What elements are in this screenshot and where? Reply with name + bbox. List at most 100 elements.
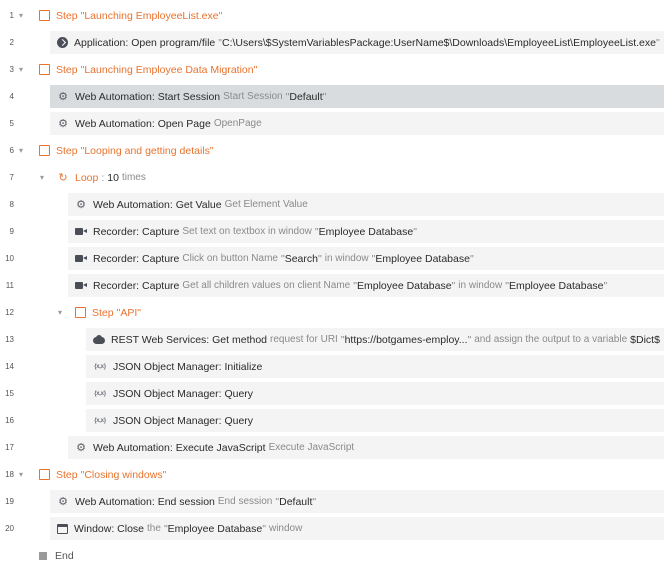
- recorder-camera-icon: [75, 281, 87, 290]
- line-number: 17: [5, 443, 14, 452]
- action-description: Set text on textbox in window: [182, 226, 312, 237]
- line-number: 4: [9, 92, 14, 101]
- collapse-chevron-icon[interactable]: ▾: [40, 164, 44, 191]
- line-number: 10: [5, 254, 14, 263]
- step-square-icon: [39, 10, 50, 21]
- list-item[interactable]: 15 {x,x} JSON Object Manager: Query: [0, 380, 664, 407]
- step-keyword: Step: [56, 144, 78, 157]
- end-marker-icon: [39, 551, 47, 560]
- action-name: JSON Object Manager: Query: [113, 387, 254, 400]
- recorder-camera-icon: [75, 254, 87, 263]
- window-icon: [57, 523, 68, 534]
- collapse-chevron-icon[interactable]: ▾: [19, 2, 23, 29]
- list-item[interactable]: 2 Application: Open program/file " C:\Use…: [0, 29, 664, 56]
- list-item[interactable]: 10 Recorder: Capture Click on button Nam…: [0, 245, 664, 272]
- action-description: Execute JavaScript: [268, 442, 355, 453]
- step-title: "Looping and getting details": [80, 144, 214, 157]
- output-variable: $Dict$: [630, 333, 660, 346]
- line-number: 11: [5, 281, 14, 290]
- end-label: End: [55, 549, 74, 562]
- loop-times: times: [121, 172, 146, 183]
- list-item[interactable]: 8 ⚙ Web Automation: Get Value Get Elemen…: [0, 191, 664, 218]
- action-description: End session: [217, 496, 273, 507]
- step-title: "API": [116, 306, 142, 319]
- client-name: Employee Database: [356, 279, 452, 292]
- action-description: Get all children values on client Name: [182, 280, 351, 291]
- loop-count: 10: [107, 171, 119, 184]
- action-name: Web Automation: Open Page: [75, 117, 211, 130]
- web-automation-icon: ⚙: [76, 198, 86, 211]
- json-icon: {x,x}: [94, 390, 106, 397]
- list-item[interactable]: 13 REST Web Services: Get method request…: [0, 326, 664, 353]
- request-uri: https://botgames-employ...: [344, 333, 468, 346]
- line-number: 7: [9, 173, 14, 182]
- action-name: Recorder: Capture: [93, 225, 180, 238]
- action-description: Click on button Name: [182, 253, 278, 264]
- list-item[interactable]: 12 ▾ Step "API": [0, 299, 664, 326]
- action-name: Window: Close: [74, 522, 145, 535]
- step-square-icon: [39, 64, 50, 75]
- list-item[interactable]: 7 ▾ ↻ Loop : 10 times: [0, 164, 664, 191]
- action-name: Web Automation: Get Value: [93, 198, 222, 211]
- action-name: JSON Object Manager: Query: [113, 414, 254, 427]
- line-number: 13: [5, 335, 14, 344]
- action-name: REST Web Services: Get method: [111, 333, 268, 346]
- collapse-chevron-icon[interactable]: ▾: [58, 299, 62, 326]
- web-automation-icon: ⚙: [58, 495, 68, 508]
- line-number: 6: [9, 146, 14, 155]
- list-item[interactable]: 16 {x,x} JSON Object Manager: Query: [0, 407, 664, 434]
- button-name: Search: [284, 252, 318, 265]
- end-row: End: [0, 542, 664, 567]
- action-name: Recorder: Capture: [93, 252, 180, 265]
- list-item[interactable]: 3 ▾ Step "Launching Employee Data Migrat…: [0, 56, 664, 83]
- action-description: request for URI: [270, 334, 338, 345]
- line-number: 19: [5, 497, 14, 506]
- line-number: 14: [5, 362, 14, 371]
- application-icon: [57, 37, 68, 48]
- action-name: Recorder: Capture: [93, 279, 180, 292]
- collapse-chevron-icon[interactable]: ▾: [19, 461, 23, 488]
- list-item[interactable]: 1 ▾ Step "Launching EmployeeList.exe": [0, 2, 664, 29]
- step-title: "Closing windows": [80, 468, 167, 481]
- list-item[interactable]: 4 ⚙ Web Automation: Start Session Start …: [0, 83, 664, 110]
- web-automation-icon: ⚙: [58, 117, 68, 130]
- step-keyword: Step: [56, 9, 78, 22]
- line-number: 8: [9, 200, 14, 209]
- recorder-camera-icon: [75, 227, 87, 236]
- list-item[interactable]: 6 ▾ Step "Looping and getting details": [0, 137, 664, 164]
- list-item[interactable]: 20 Window: Close the " Employee Database "…: [0, 515, 664, 542]
- loop-keyword: Loop: [75, 171, 99, 184]
- line-number: 18: [5, 470, 14, 479]
- step-title: "Launching EmployeeList.exe": [80, 9, 223, 22]
- loop-icon: ↻: [58, 171, 68, 184]
- list-item[interactable]: 14 {x,x} JSON Object Manager: Initialize: [0, 353, 664, 380]
- step-keyword: Step: [56, 468, 78, 481]
- action-name: Web Automation: Execute JavaScript: [93, 441, 266, 454]
- action-description: the: [147, 523, 161, 534]
- list-item[interactable]: 18 ▾ Step "Closing windows": [0, 461, 664, 488]
- list-item[interactable]: 9 Recorder: Capture Set text on textbox …: [0, 218, 664, 245]
- collapse-chevron-icon[interactable]: ▾: [19, 56, 23, 83]
- list-item[interactable]: 5 ⚙ Web Automation: Open Page OpenPage: [0, 110, 664, 137]
- json-icon: {x,x}: [94, 417, 106, 424]
- line-number: 9: [9, 227, 14, 236]
- line-number: 20: [5, 524, 14, 533]
- web-automation-icon: ⚙: [58, 90, 68, 103]
- window-name: Employee Database: [167, 522, 263, 535]
- line-number: 16: [5, 416, 14, 425]
- list-item[interactable]: 19 ⚙ Web Automation: End session End ses…: [0, 488, 664, 515]
- action-name: Application: Open program/file: [74, 36, 216, 49]
- step-keyword: Step: [92, 306, 114, 319]
- line-number: 12: [5, 308, 14, 317]
- list-item[interactable]: 11 Recorder: Capture Get all children va…: [0, 272, 664, 299]
- list-item[interactable]: 17 ⚙ Web Automation: Execute JavaScript …: [0, 434, 664, 461]
- line-number: 5: [9, 119, 14, 128]
- collapse-chevron-icon[interactable]: ▾: [19, 137, 23, 164]
- web-automation-icon: ⚙: [76, 441, 86, 454]
- line-number: 3: [9, 65, 14, 74]
- line-number: 1: [9, 11, 14, 20]
- action-description: Start Session: [223, 91, 283, 102]
- window-name: Employee Database: [318, 225, 414, 238]
- line-number: 15: [5, 389, 14, 398]
- action-description: OpenPage: [213, 118, 262, 129]
